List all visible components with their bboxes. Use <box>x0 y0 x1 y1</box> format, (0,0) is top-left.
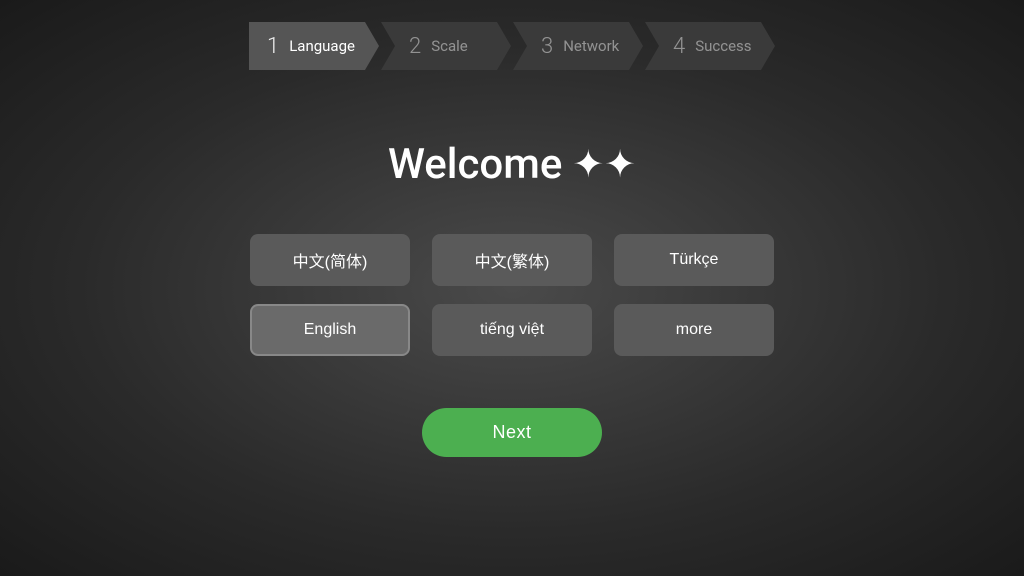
welcome-section: Welcome ✦✦ 中文(简体) 中文(繁体) Türkçe English … <box>250 140 774 356</box>
step-4-number: 4 <box>673 34 685 59</box>
step-4-label: Success <box>695 37 751 55</box>
language-button-vietnamese[interactable]: tiếng việt <box>432 304 592 356</box>
language-grid: 中文(简体) 中文(繁体) Türkçe English tiếng việt … <box>250 234 774 356</box>
step-3-network[interactable]: 3 Network <box>513 22 643 70</box>
step-1-label: Language <box>289 37 355 55</box>
next-button[interactable]: Next <box>422 408 601 457</box>
step-4-success[interactable]: 4 Success <box>645 22 775 70</box>
step-3-label: Network <box>563 37 619 55</box>
sparkle-icon: ✦✦ <box>572 142 636 187</box>
language-button-zh-traditional[interactable]: 中文(繁体) <box>432 234 592 286</box>
step-1-language[interactable]: 1 Language <box>249 22 379 70</box>
step-1-number: 1 <box>267 34 279 59</box>
step-2-label: Scale <box>431 37 468 55</box>
step-3-number: 3 <box>541 34 553 59</box>
step-2-number: 2 <box>409 34 421 59</box>
language-button-zh-simplified[interactable]: 中文(简体) <box>250 234 410 286</box>
step-2-scale[interactable]: 2 Scale <box>381 22 511 70</box>
stepper: 1 Language 2 Scale 3 Network 4 Success <box>249 22 775 70</box>
language-button-more[interactable]: more <box>614 304 774 356</box>
welcome-text: Welcome <box>388 140 562 189</box>
language-button-turkish[interactable]: Türkçe <box>614 234 774 286</box>
welcome-title: Welcome ✦✦ <box>388 140 636 189</box>
language-button-english[interactable]: English <box>250 304 410 356</box>
